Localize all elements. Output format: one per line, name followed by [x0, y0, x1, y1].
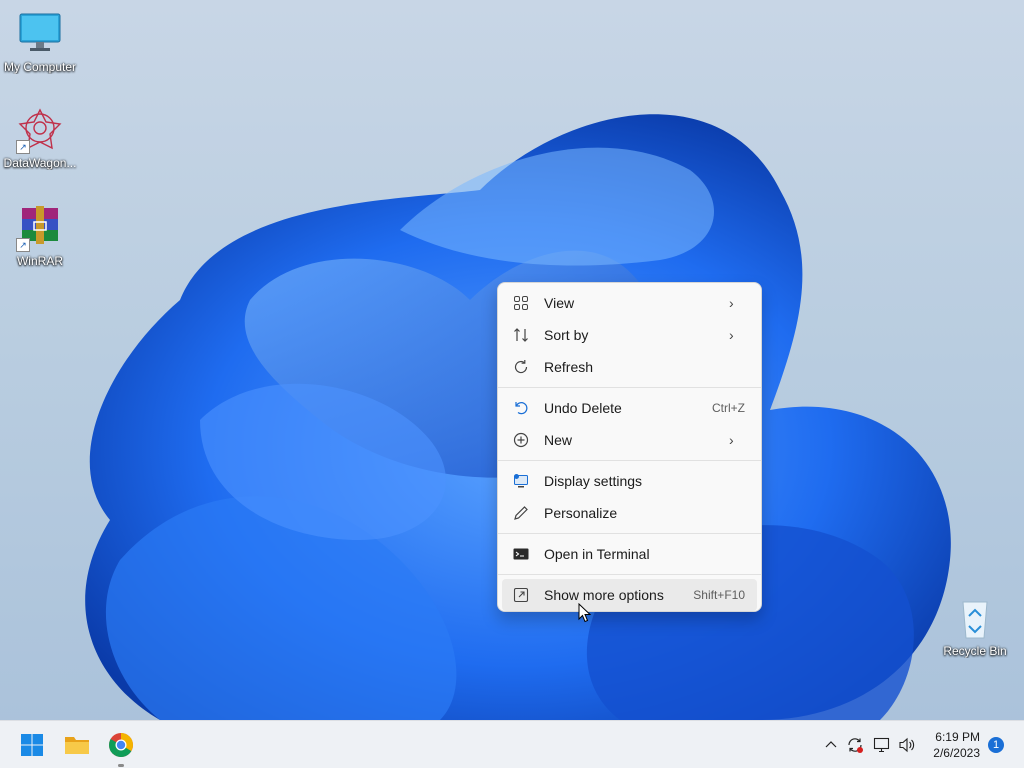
- desktop-icon-recycle-bin[interactable]: Recycle Bin: [935, 594, 1015, 658]
- menu-separator: [498, 574, 761, 575]
- menu-item-label: Refresh: [544, 359, 594, 375]
- start-button[interactable]: [16, 729, 48, 761]
- chrome-icon: [108, 733, 133, 758]
- desktop-context-menu: View › Sort by › Refresh Undo Delete Ctr…: [497, 282, 762, 612]
- desktop-icon-label: WinRAR: [16, 254, 63, 268]
- menu-item-shortcut: Shift+F10: [693, 588, 745, 602]
- shortcut-arrow-icon: ↗: [16, 140, 30, 154]
- desktop-icon-winrar[interactable]: ↗ WinRAR: [0, 204, 80, 268]
- refresh-icon: [512, 358, 530, 376]
- start-icon: [21, 734, 43, 756]
- volume-button[interactable]: [897, 733, 917, 757]
- file-explorer-icon: [65, 737, 89, 754]
- menu-item-label: Open in Terminal: [544, 546, 650, 562]
- desktop-icon-label: DataWagon...: [3, 156, 77, 170]
- volume-icon: [899, 737, 915, 753]
- chevron-right-icon: ›: [729, 295, 734, 311]
- menu-item-open-in-terminal[interactable]: Open in Terminal: [502, 538, 757, 570]
- running-indicator: [118, 764, 124, 767]
- sync-icon: [848, 738, 863, 753]
- network-icon: [873, 737, 890, 753]
- menu-item-new[interactable]: New ›: [502, 424, 757, 456]
- menu-item-label: View: [544, 295, 575, 311]
- menu-item-label: Show more options: [544, 587, 664, 603]
- sort-icon: [512, 326, 530, 344]
- menu-separator: [498, 387, 761, 388]
- clock-date: 2/6/2023: [933, 746, 980, 760]
- display-settings-icon: [512, 472, 530, 490]
- menu-item-undo-delete[interactable]: Undo Delete Ctrl+Z: [502, 392, 757, 424]
- menu-separator: [498, 460, 761, 461]
- show-hidden-icons-button[interactable]: [822, 733, 840, 757]
- chrome-button[interactable]: [105, 729, 137, 767]
- menu-item-sort-by[interactable]: Sort by ›: [502, 319, 757, 351]
- menu-item-label: Sort by: [544, 327, 589, 343]
- chevron-right-icon: ›: [729, 432, 734, 448]
- monitor-icon: [16, 10, 64, 58]
- menu-item-label: Display settings: [544, 473, 643, 489]
- grid-view-icon: [512, 294, 530, 312]
- recycle-bin-icon: [951, 594, 999, 642]
- shortcut-arrow-icon: ↗: [16, 238, 30, 252]
- menu-item-label: Undo Delete: [544, 400, 622, 416]
- desktop-icon-label: My Computer: [3, 60, 77, 74]
- menu-item-shortcut: Ctrl+Z: [712, 401, 745, 415]
- desktop-icon-my-computer[interactable]: My Computer: [0, 10, 80, 74]
- terminal-icon: [512, 545, 530, 563]
- show-more-icon: [512, 586, 530, 604]
- file-explorer-button[interactable]: [61, 729, 93, 761]
- datawagon-icon: ↗: [16, 106, 64, 154]
- notification-badge[interactable]: 1: [988, 737, 1004, 753]
- chevron-right-icon: ›: [729, 327, 734, 343]
- taskbar-clock[interactable]: 6:19 PM 2/6/2023: [933, 729, 980, 761]
- new-plus-icon: [512, 431, 530, 449]
- menu-separator: [498, 533, 761, 534]
- clock-time: 6:19 PM: [935, 730, 980, 744]
- desktop-icon-label: Recycle Bin: [943, 644, 1007, 658]
- menu-item-label: New: [544, 432, 573, 448]
- sync-status-button[interactable]: [845, 733, 865, 757]
- menu-item-refresh[interactable]: Refresh: [502, 351, 757, 383]
- menu-item-view[interactable]: View ›: [502, 287, 757, 319]
- personalize-pen-icon: [512, 504, 530, 522]
- network-button[interactable]: [872, 733, 892, 757]
- menu-item-show-more-options[interactable]: Show more options Shift+F10: [502, 579, 757, 611]
- menu-item-display-settings[interactable]: Display settings: [502, 465, 757, 497]
- taskbar: 6:19 PM 2/6/2023 1: [0, 720, 1024, 768]
- menu-item-personalize[interactable]: Personalize: [502, 497, 757, 529]
- chevron-up-icon: [825, 741, 837, 748]
- mouse-cursor-icon: [578, 603, 592, 623]
- menu-item-label: Personalize: [544, 505, 618, 521]
- winrar-icon: ↗: [16, 204, 64, 252]
- undo-icon: [512, 399, 530, 417]
- desktop-icon-datawagon[interactable]: ↗ DataWagon...: [0, 106, 80, 170]
